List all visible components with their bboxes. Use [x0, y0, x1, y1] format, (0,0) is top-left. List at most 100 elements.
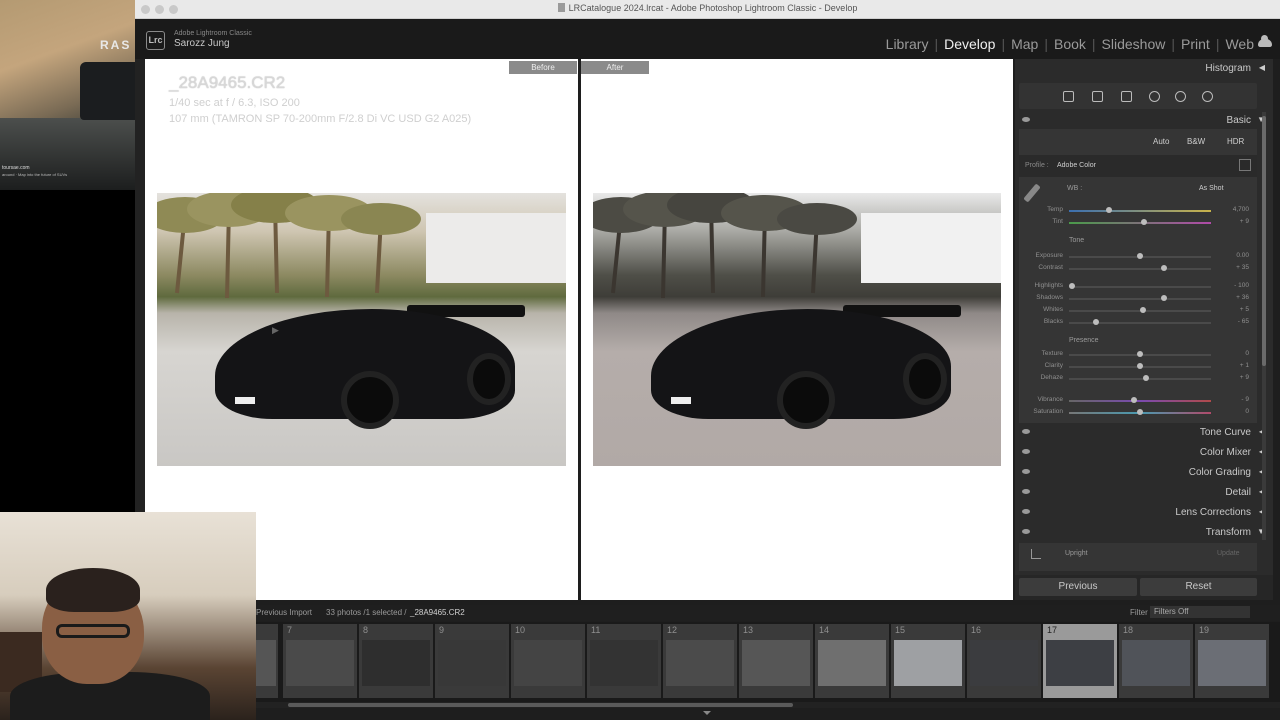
filmstrip-scrollbar[interactable]: [256, 702, 1280, 708]
section-color-grading[interactable]: Color Grading◀: [1015, 463, 1273, 483]
slider-shadows[interactable]: Shadows + 36: [1019, 293, 1257, 305]
slider-knob[interactable]: [1161, 295, 1168, 301]
module-library[interactable]: Library: [886, 36, 929, 52]
crop-icon[interactable]: [1031, 549, 1041, 559]
eye-icon[interactable]: [1022, 529, 1030, 534]
section-lens-corrections[interactable]: Lens Corrections◀: [1015, 503, 1273, 523]
slider-highlights[interactable]: Highlights - 100: [1019, 281, 1257, 293]
slider-knob[interactable]: [1105, 207, 1112, 213]
auto-button[interactable]: Auto: [1153, 137, 1169, 146]
module-develop[interactable]: Develop: [944, 36, 995, 52]
module-print[interactable]: Print: [1181, 36, 1210, 52]
slider-tint[interactable]: Tint + 9: [1019, 217, 1257, 229]
slider-knob[interactable]: [1137, 409, 1143, 415]
section-tone-curve[interactable]: Tone Curve◀: [1015, 423, 1273, 443]
red-eye-icon[interactable]: [1149, 91, 1160, 102]
slider-knob[interactable]: [1137, 351, 1143, 357]
histogram-header[interactable]: Histogram ◀: [1015, 59, 1273, 79]
slider-knob[interactable]: [1141, 219, 1148, 225]
filmstrip-cell[interactable]: 12: [663, 624, 737, 698]
filmstrip-cell[interactable]: 16: [967, 624, 1041, 698]
slider-vibrance[interactable]: Vibrance - 9: [1019, 395, 1257, 407]
filmstrip-cell[interactable]: 7: [283, 624, 357, 698]
reset-tool-icon[interactable]: [1202, 91, 1213, 102]
slider-knob[interactable]: [1137, 253, 1143, 259]
slider-track[interactable]: [1069, 298, 1211, 300]
eye-icon[interactable]: [1022, 429, 1030, 434]
slider-blacks[interactable]: Blacks - 65: [1019, 317, 1257, 329]
eye-icon[interactable]: [1022, 469, 1030, 474]
module-book[interactable]: Book: [1054, 36, 1086, 52]
slider-clarity[interactable]: Clarity + 1: [1019, 361, 1257, 373]
filmstrip-cell[interactable]: 10: [511, 624, 585, 698]
slider-track[interactable]: [1069, 222, 1211, 224]
slider-track[interactable]: [1069, 268, 1211, 270]
slider-value[interactable]: - 65: [1238, 318, 1249, 325]
eye-icon[interactable]: [1022, 449, 1030, 454]
slider-value[interactable]: 0.00: [1236, 252, 1249, 259]
slider-knob[interactable]: [1137, 363, 1143, 369]
slider-contrast[interactable]: Contrast + 35: [1019, 263, 1257, 275]
previous-button[interactable]: Previous: [1019, 578, 1137, 596]
slider-track[interactable]: [1069, 378, 1211, 380]
edit-sliders-icon[interactable]: [1063, 91, 1074, 102]
basic-header[interactable]: Basic ▼: [1015, 111, 1273, 131]
slider-value[interactable]: + 9: [1240, 218, 1249, 225]
slider-saturation[interactable]: Saturation 0: [1019, 407, 1257, 419]
slider-knob[interactable]: [1161, 265, 1168, 271]
filter-dropdown[interactable]: Filters Off: [1150, 606, 1250, 618]
filmstrip-cell[interactable]: 9: [435, 624, 509, 698]
masking-icon[interactable]: [1175, 91, 1186, 102]
slider-knob[interactable]: [1142, 375, 1149, 381]
filmstrip-filename[interactable]: _28A9465.CR2: [410, 608, 465, 617]
slider-value[interactable]: - 100: [1234, 282, 1249, 289]
eye-icon[interactable]: [1022, 117, 1030, 122]
filmstrip-cell[interactable]: 11: [587, 624, 661, 698]
slider-value[interactable]: + 1: [1240, 362, 1249, 369]
slider-whites[interactable]: Whites + 5: [1019, 305, 1257, 317]
after-pane[interactable]: After: [581, 59, 1013, 600]
module-slideshow[interactable]: Slideshow: [1102, 36, 1166, 52]
crop-icon[interactable]: [1092, 91, 1103, 102]
section-color-mixer[interactable]: Color Mixer◀: [1015, 443, 1273, 463]
filmstrip-cell[interactable]: 18: [1119, 624, 1193, 698]
reset-button[interactable]: Reset: [1140, 578, 1257, 596]
module-web[interactable]: Web: [1225, 36, 1254, 52]
eye-icon[interactable]: [1022, 489, 1030, 494]
update-button[interactable]: Update: [1217, 550, 1240, 557]
slider-track[interactable]: [1069, 322, 1211, 324]
wb-dropdown[interactable]: As Shot: [1199, 185, 1224, 192]
slider-value[interactable]: + 9: [1240, 374, 1249, 381]
slider-value[interactable]: 0: [1245, 350, 1249, 357]
slider-track[interactable]: [1069, 210, 1211, 212]
slider-temp[interactable]: Temp 4,700: [1019, 205, 1257, 217]
slider-knob[interactable]: [1092, 319, 1099, 325]
section-transform[interactable]: Transform▼: [1015, 523, 1273, 543]
cloud-icon[interactable]: [1258, 35, 1272, 47]
filmstrip-cell[interactable]: 17: [1043, 624, 1117, 698]
profile-browser-icon[interactable]: [1239, 159, 1251, 171]
healing-icon[interactable]: [1121, 91, 1132, 102]
slider-value[interactable]: 0: [1245, 408, 1249, 415]
slider-exposure[interactable]: Exposure 0.00: [1019, 251, 1257, 263]
slider-dehaze[interactable]: Dehaze + 9: [1019, 373, 1257, 385]
slider-knob[interactable]: [1068, 283, 1075, 289]
collapse-filmstrip-icon[interactable]: [703, 711, 711, 715]
eye-icon[interactable]: [1022, 509, 1030, 514]
panel-scroll-thumb[interactable]: [1262, 116, 1266, 366]
module-map[interactable]: Map: [1011, 36, 1038, 52]
slider-knob[interactable]: [1139, 307, 1146, 313]
slider-track[interactable]: [1069, 400, 1211, 402]
filmstrip-source[interactable]: Previous Import: [256, 608, 312, 617]
filmstrip-cell[interactable]: 8: [359, 624, 433, 698]
wb-eyedropper-icon[interactable]: [1023, 183, 1041, 203]
hdr-button[interactable]: HDR: [1227, 137, 1244, 146]
slider-knob[interactable]: [1131, 397, 1138, 403]
bw-button[interactable]: B&W: [1187, 137, 1205, 146]
filmstrip-cell[interactable]: 19: [1195, 624, 1269, 698]
profile-dropdown[interactable]: Adobe Color: [1057, 162, 1096, 169]
filmstrip-cell[interactable]: 15: [891, 624, 965, 698]
slider-value[interactable]: + 35: [1236, 264, 1249, 271]
slider-value[interactable]: - 9: [1241, 396, 1249, 403]
slider-texture[interactable]: Texture 0: [1019, 349, 1257, 361]
